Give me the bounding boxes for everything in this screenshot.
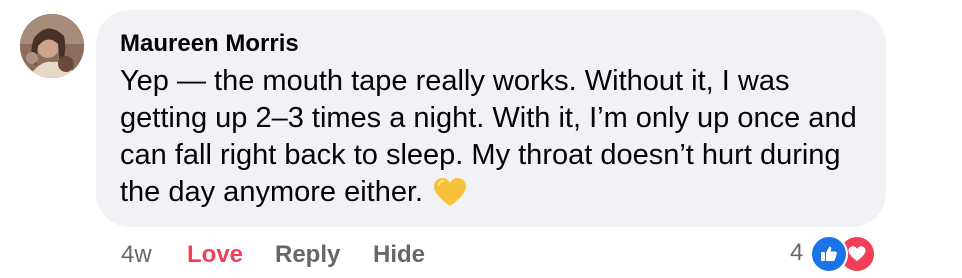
avatar-photo	[20, 14, 84, 78]
comment-text-block: Yep — the mouth tape really works. Witho…	[120, 63, 880, 211]
comment-author[interactable]: Maureen Morris	[120, 30, 299, 58]
reaction-count: 4	[790, 239, 804, 266]
comment-text: Yep — the mouth tape really works. Witho…	[120, 65, 857, 208]
comment: Maureen Morris Yep — the mouth tape real…	[0, 0, 962, 278]
yellow-heart-icon	[433, 177, 467, 207]
reply-button[interactable]: Reply	[275, 240, 340, 270]
comment-timestamp[interactable]: 4w	[121, 240, 152, 270]
comment-bubble: Maureen Morris Yep — the mouth tape real…	[96, 10, 886, 227]
avatar[interactable]	[20, 14, 84, 78]
reaction-summary[interactable]: 4	[790, 233, 885, 273]
love-button[interactable]: Love	[187, 240, 243, 270]
like-reaction-icon	[810, 235, 848, 273]
hide-button[interactable]: Hide	[373, 240, 425, 270]
